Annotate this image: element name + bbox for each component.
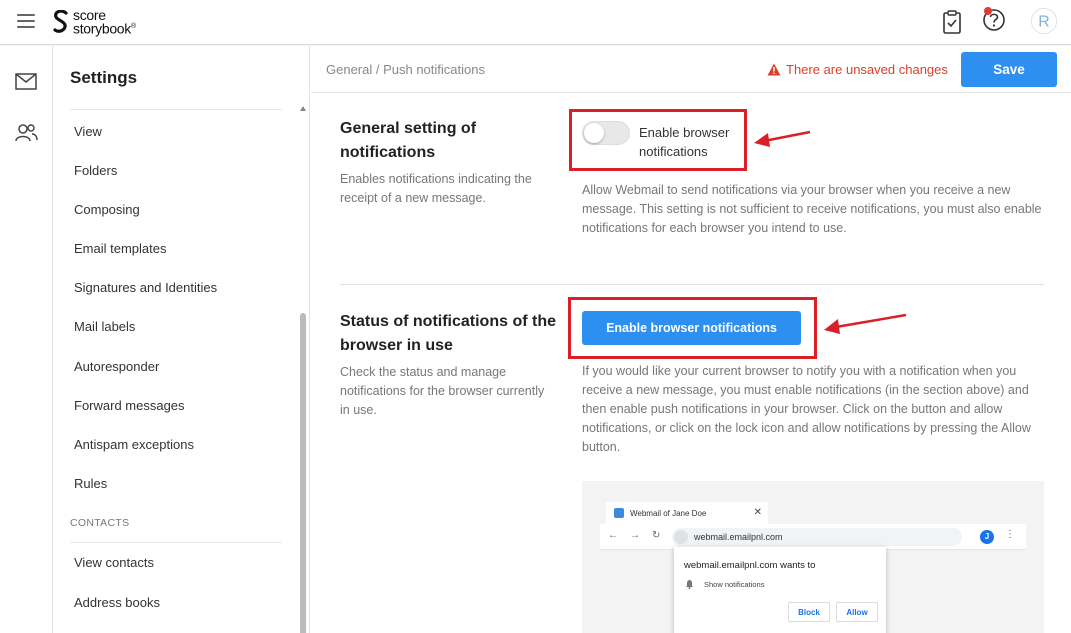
unsaved-changes-warning: There are unsaved changes [767,62,948,77]
avatar-letter: R [1038,14,1049,31]
section-browser-status-title: Status of notifications of the browser i… [340,313,556,354]
section-divider [340,284,1044,285]
contacts-icon[interactable] [13,122,39,144]
sidebar-item-autoresponder[interactable]: Autoresponder [74,359,159,374]
hamburger-menu-icon[interactable] [17,14,35,28]
logo-line-2: storybook [73,20,131,37]
section-browser-status-description: Check the status and manage notification… [340,365,545,417]
logo-mark-icon [53,10,68,33]
toggle-label: Enable browser notifications [639,125,730,159]
annotation-arrow-icon [754,130,811,147]
sidebar-item-signatures[interactable]: Signatures and Identities [74,280,217,295]
sidebar-item-email-templates[interactable]: Email templates [74,241,166,256]
sidebar-divider [70,542,282,543]
close-icon: ✕ [753,507,762,518]
toggle-knob [584,123,604,143]
sidebar-title: Settings [70,68,138,87]
user-avatar[interactable]: R [1030,7,1058,35]
content-header: General / Push notifications There are u… [311,46,1071,93]
section-general-help: Allow Webmail to send notifications via … [582,183,1042,235]
lock-icon [674,530,688,544]
popup-row-show-notifications: Show notifications [704,580,765,589]
sidebar-item-mail-labels[interactable]: Mail labels [74,319,135,334]
top-bar: score storybook® R [0,0,1071,45]
sidebar-scrollbar[interactable] [300,106,307,633]
annotation-arrow-icon [824,313,907,334]
settings-sidebar: Settings View Folders Composing Email te… [54,46,310,633]
left-rail [0,46,53,633]
preview-tab-label: Webmail of Jane Doe [630,509,707,518]
kebab-menu-icon: ⋮ [1005,529,1015,540]
scroll-up-icon[interactable] [300,106,306,111]
preview-permission-popup: webmail.emailpnl.com wants to Show notif… [674,547,886,633]
unsaved-changes-text: There are unsaved changes [786,62,948,77]
sidebar-item-address-books[interactable]: Address books [74,595,160,610]
sidebar-item-antispam-exceptions[interactable]: Antispam exceptions [74,437,194,452]
browser-permission-preview: Webmail of Jane Doe ✕ ← → ↻ webmail.emai… [582,481,1044,633]
help-notification-icon[interactable] [980,6,1008,34]
enable-notifications-toggle[interactable] [582,121,630,145]
preview-block-button: Block [788,602,830,622]
back-arrow-icon: ← [608,530,618,541]
save-button[interactable]: Save [961,52,1057,87]
sidebar-item-forward-messages[interactable]: Forward messages [74,398,185,413]
breadcrumb: General / Push notifications [326,62,485,77]
reload-icon: ↻ [652,530,661,541]
preview-url-field: webmail.emailpnl.com [672,528,962,546]
logo-text: score storybook® [73,7,136,37]
app-logo[interactable]: score storybook® [52,7,136,37]
bell-icon [686,580,693,589]
mail-icon[interactable] [13,71,39,93]
preview-browser-tab: Webmail of Jane Doe ✕ [606,502,768,524]
section-browser-status-help: If you would like your current browser t… [582,364,1031,454]
section-general-description: Enables notifications indicating the rec… [340,172,532,205]
clipboard-check-icon[interactable] [938,8,966,36]
popup-title: webmail.emailpnl.com wants to [684,560,816,571]
enable-browser-notifications-button[interactable]: Enable browser notifications [582,311,801,345]
sidebar-section-contacts: CONTACTS [70,517,130,529]
sidebar-item-rules[interactable]: Rules [74,476,107,491]
webmail-favicon-icon [614,508,624,518]
section-general-title: General setting of notifications [340,120,477,161]
preview-profile-avatar: J [980,530,994,544]
logo-registered-mark: ® [131,23,136,31]
logo-line-1: score [73,7,106,24]
preview-allow-button: Allow [836,602,878,622]
preview-url-text: webmail.emailpnl.com [694,532,783,542]
warning-icon [767,63,781,76]
sidebar-item-composing[interactable]: Composing [74,202,140,217]
forward-arrow-icon: → [630,530,640,541]
scrollbar-thumb[interactable] [300,313,306,633]
sidebar-item-view-contacts[interactable]: View contacts [74,555,154,570]
sidebar-divider [70,109,282,110]
sidebar-item-view[interactable]: View [74,124,102,139]
sidebar-item-folders[interactable]: Folders [74,163,117,178]
